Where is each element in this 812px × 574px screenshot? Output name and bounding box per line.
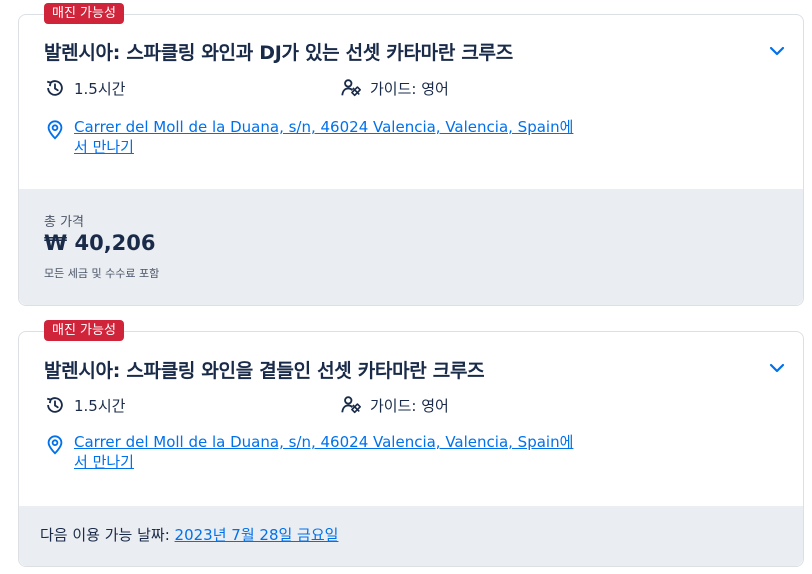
activity-card-1[interactable]: 매진 가능성 발렌시아: 스파클링 와인과 DJ가 있는 선셋 카타마란 크루즈… [18,3,804,306]
chevron-down-icon[interactable] [767,41,787,61]
duration-text: 1.5시간 [74,79,126,98]
activity-title[interactable]: 발렌시아: 스파클링 와인을 곁들인 선셋 카타마란 크루즈 [44,356,485,383]
duration: 1.5시간 [44,77,125,99]
activity-meta: 1.5시간 가이드: 영어 [44,394,604,418]
total-price: ₩ 40,206 [44,231,156,255]
guide-text: 가이드: 영어 [370,79,449,98]
activity-meta: 1.5시간 가이드: 영어 [44,77,604,101]
total-price-label: 총 가격 [44,215,85,230]
clock-history-icon [46,397,63,413]
meeting-point-link[interactable]: Carrer del Moll de la Duana, s/n, 46024 … [74,118,560,136]
meeting-point-text: Carrer del Moll de la Duana, s/n, 46024 … [74,117,584,157]
guide-language: 가이드: 영어 [340,394,449,416]
meeting-point-link[interactable]: Carrer del Moll de la Duana, s/n, 46024 … [74,433,560,451]
location-pin-icon [47,120,63,140]
chevron-down-icon[interactable] [767,358,787,378]
guide-people-icon [341,79,361,97]
meeting-point: Carrer del Moll de la Duana, s/n, 46024 … [44,117,624,157]
availability-section: 다음 이용 가능 날짜: 2023년 7월 28일 금요일 [19,506,803,566]
guide-text: 가이드: 영어 [370,396,449,415]
activity-card-2[interactable]: 매진 가능성 발렌시아: 스파클링 와인을 곁들인 선셋 카타마란 크루즈 1.… [18,320,804,567]
likely-to-sell-out-badge: 매진 가능성 [44,320,124,341]
activity-title[interactable]: 발렌시아: 스파클링 와인과 DJ가 있는 선셋 카타마란 크루즈 [44,38,513,65]
duration: 1.5시간 [44,394,125,416]
price-section: 총 가격 ₩ 40,206 모든 세금 및 수수료 포함 [19,189,803,305]
next-available-date: 다음 이용 가능 날짜: 2023년 7월 28일 금요일 [40,524,338,545]
meeting-point-text: Carrer del Moll de la Duana, s/n, 46024 … [74,432,584,472]
guide-people-icon [341,396,361,414]
next-available-date-link[interactable]: 2023년 7월 28일 금요일 [175,526,339,544]
guide-language: 가이드: 영어 [340,77,449,99]
next-available-label: 다음 이용 가능 날짜: [40,526,170,544]
clock-history-icon [46,80,63,96]
meeting-point: Carrer del Moll de la Duana, s/n, 46024 … [44,432,624,472]
likely-to-sell-out-badge: 매진 가능성 [44,3,124,24]
tax-note: 모든 세금 및 수수료 포함 [44,267,160,280]
duration-text: 1.5시간 [74,396,126,415]
location-pin-icon [47,435,63,455]
